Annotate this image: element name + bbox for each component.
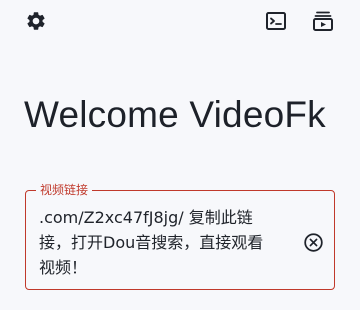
clear-circle-icon bbox=[303, 232, 323, 252]
gear-icon bbox=[27, 12, 45, 30]
terminal-icon bbox=[266, 12, 286, 30]
top-toolbar bbox=[0, 0, 360, 44]
video-link-input[interactable]: .com/Z2xc47fJ8jg/ 复制此链接，打开Dou音搜索，直接观看视频！ bbox=[39, 205, 275, 280]
video-link-label: 视频链接 bbox=[36, 182, 93, 198]
clear-button[interactable] bbox=[302, 231, 324, 253]
video-library-icon bbox=[313, 11, 333, 31]
terminal-button[interactable] bbox=[263, 8, 289, 34]
settings-button[interactable] bbox=[23, 8, 49, 34]
video-library-button[interactable] bbox=[310, 8, 336, 34]
page-title: Welcome VideoFk bbox=[24, 94, 326, 135]
video-link-field[interactable]: 视频链接 .com/Z2xc47fJ8jg/ 复制此链接，打开Dou音搜索，直接… bbox=[25, 182, 335, 290]
